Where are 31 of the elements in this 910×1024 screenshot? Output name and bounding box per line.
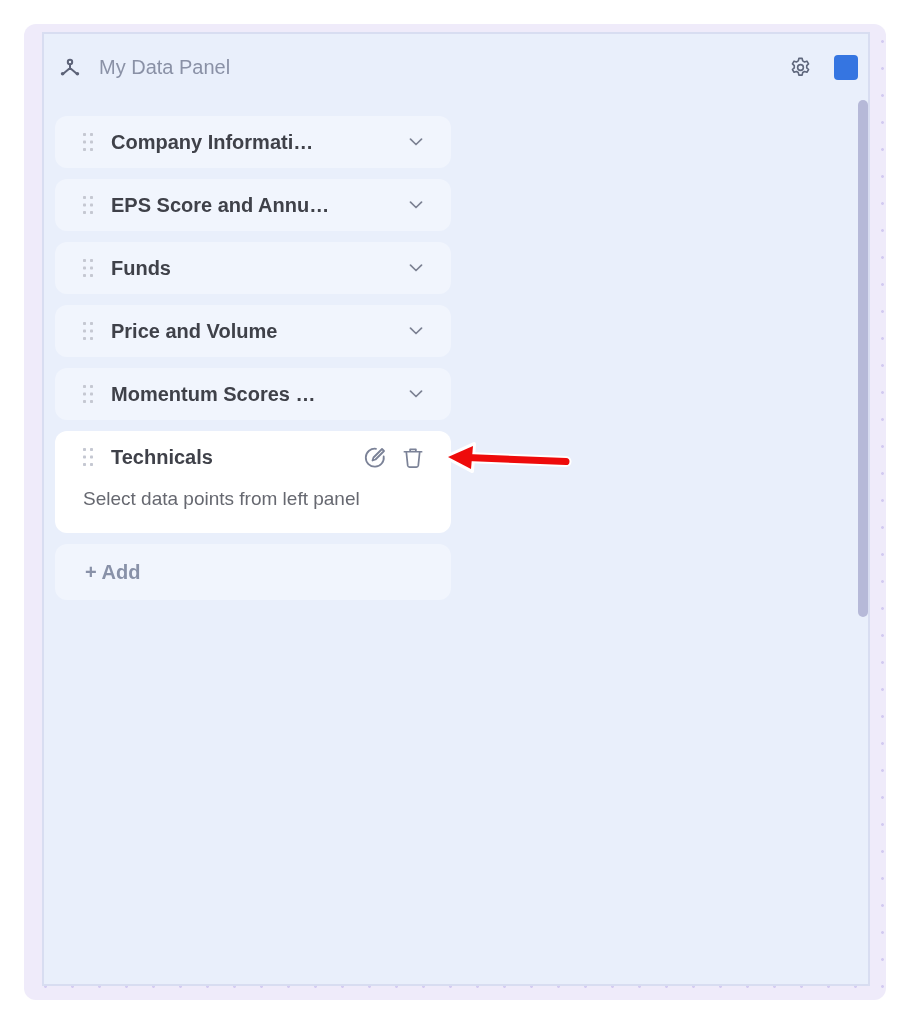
section-card[interactable]: EPS Score and Annu…: [55, 179, 451, 231]
drag-handle-icon[interactable]: [83, 259, 93, 277]
section-title: EPS Score and Annu…: [111, 193, 330, 217]
chevron-down-icon[interactable]: [409, 264, 423, 272]
panel-title: My Data Panel: [99, 55, 231, 79]
section-card[interactable]: Price and Volume: [55, 305, 451, 357]
section-title: Company Informati…: [111, 130, 314, 154]
chevron-down-icon[interactable]: [409, 201, 423, 209]
chevron-down-icon[interactable]: [409, 327, 423, 335]
section-title: Price and Volume: [111, 319, 278, 343]
section-card[interactable]: Funds: [55, 242, 451, 294]
settings-icon[interactable]: [789, 55, 812, 79]
section-title: Technicals: [111, 445, 213, 469]
drag-handle-icon[interactable]: [83, 448, 93, 466]
delete-icon[interactable]: [402, 445, 424, 469]
section-title: Funds: [111, 256, 171, 280]
drag-handle-icon[interactable]: [83, 322, 93, 340]
section-card[interactable]: Momentum Scores …: [55, 368, 451, 420]
drag-handle-icon[interactable]: [83, 133, 93, 151]
scrollbar[interactable]: [858, 100, 868, 617]
section-card[interactable]: Technicals Select data points from left panel: [55, 431, 451, 533]
node-graph-icon: [60, 58, 80, 76]
color-swatch-icon[interactable]: [834, 54, 858, 80]
drag-handle-icon[interactable]: [83, 196, 93, 214]
section-card[interactable]: Company Informati…: [55, 116, 451, 168]
section-title: Momentum Scores …: [111, 382, 316, 406]
section-hint: Select data points from left panel: [83, 488, 360, 509]
chevron-down-icon[interactable]: [409, 390, 423, 398]
chevron-down-icon[interactable]: [409, 138, 423, 146]
edit-icon[interactable]: [364, 445, 386, 469]
drag-handle-icon[interactable]: [83, 385, 93, 403]
